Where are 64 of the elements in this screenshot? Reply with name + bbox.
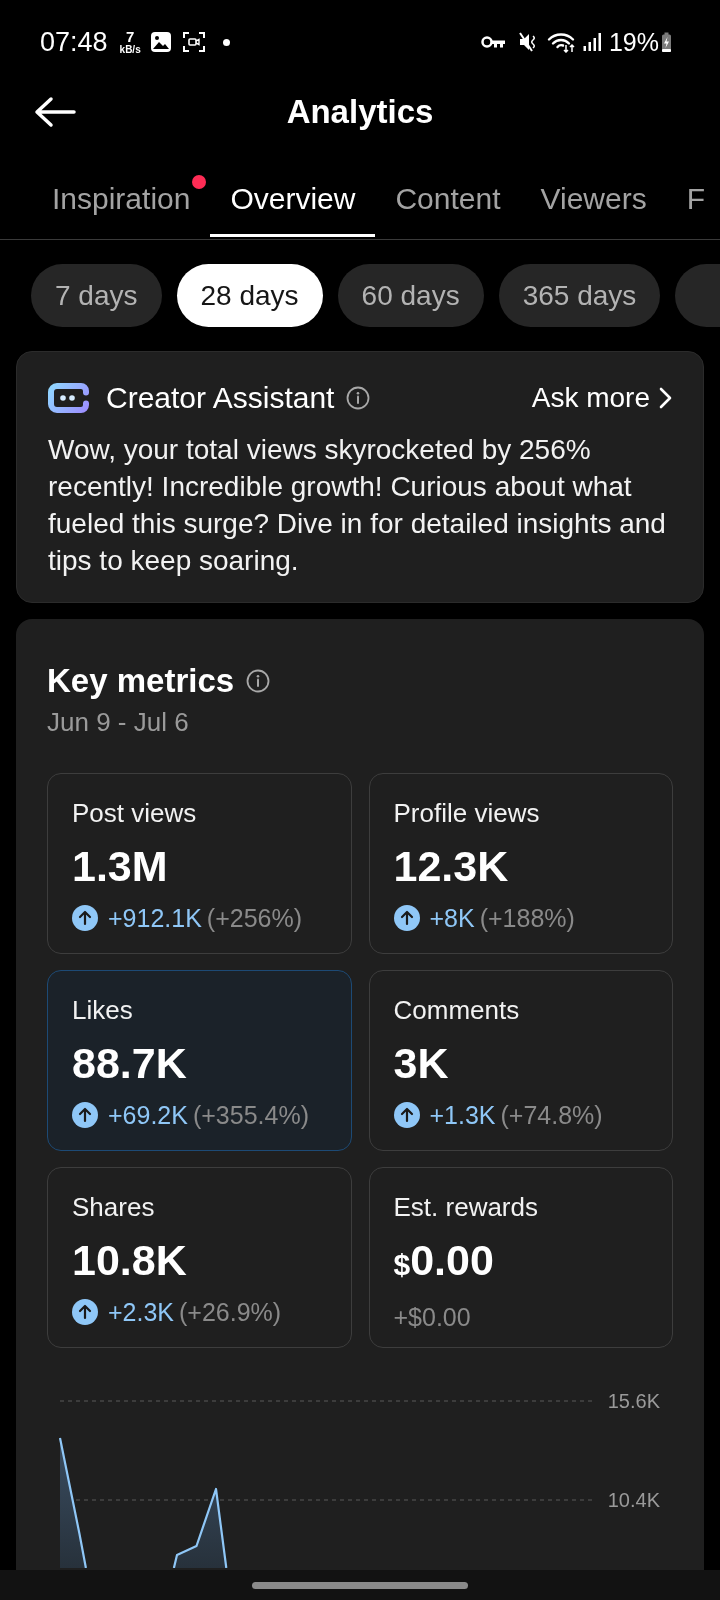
date-range-option[interactable]: 365 days xyxy=(498,264,661,327)
metric-change-percent: (+256%) xyxy=(206,903,303,933)
metric-tile[interactable]: Shares 10.8K +2.3K (+26.9%) xyxy=(47,1167,352,1348)
metric-change-percent: (+26.9%) xyxy=(179,1297,282,1327)
home-handle[interactable] xyxy=(252,1582,468,1589)
assistant-title: Creator Assistant xyxy=(106,380,335,416)
date-range-option[interactable]: 60 days xyxy=(337,264,484,327)
metric-label: Profile views xyxy=(393,798,540,828)
screen-record-icon xyxy=(182,32,205,52)
tab[interactable]: Viewers xyxy=(520,140,667,239)
metric-change: +1.3K xyxy=(429,1100,496,1130)
signal-icon xyxy=(582,33,601,51)
tab[interactable]: Overview xyxy=(210,140,376,239)
metric-change-percent: (+188%) xyxy=(479,903,575,933)
date-range-option[interactable]: 7 days xyxy=(31,264,162,327)
key-icon xyxy=(480,36,505,48)
battery-icon xyxy=(661,32,672,52)
metric-tile[interactable]: Est. rewards $0.00 +$0.00 xyxy=(368,1167,673,1348)
mute-icon xyxy=(518,32,537,52)
tab[interactable]: Content xyxy=(375,140,521,239)
metric-label: Likes xyxy=(72,995,133,1025)
status-time: 07:48 xyxy=(40,28,108,56)
metric-label: Comments xyxy=(393,995,520,1025)
metric-value: 3K xyxy=(393,1038,449,1088)
metric-change-percent: (+74.8%) xyxy=(500,1100,603,1130)
info-icon[interactable] xyxy=(346,386,371,410)
metric-label: Post views xyxy=(72,798,197,828)
back-arrow-icon[interactable] xyxy=(34,96,76,128)
metric-tile[interactable]: Profile views 12.3K +8K (+188%) xyxy=(368,773,673,954)
assistant-logo-icon xyxy=(48,383,90,413)
date-range-text: Jun 9 - Jul 6 xyxy=(47,707,189,737)
tab[interactable]: F xyxy=(666,140,720,239)
tab[interactable]: Inspiration xyxy=(32,140,211,239)
network-speed: 7 xyxy=(125,29,135,44)
page-title: Analytics xyxy=(286,92,434,132)
metric-change: +69.2K xyxy=(108,1100,188,1130)
metric-value: 10.8K xyxy=(72,1235,187,1285)
gallery-icon xyxy=(150,32,171,52)
metric-tile[interactable]: Comments 3K +1.3K (+74.8%) xyxy=(368,970,673,1151)
chevron-right-icon xyxy=(659,387,672,409)
metric-change: +8K xyxy=(429,903,475,933)
wifi-icon xyxy=(546,31,575,53)
metric-change-percent: (+355.4%) xyxy=(192,1100,309,1130)
metric-value: 1.3M xyxy=(72,841,168,891)
info-icon[interactable] xyxy=(246,669,271,693)
metric-value: 12.3K xyxy=(393,841,509,891)
metric-tile[interactable]: Post views 1.3M +912.1K (+256%) xyxy=(47,773,352,954)
metric-change: +$0.00 xyxy=(393,1302,471,1332)
metric-label: Shares xyxy=(72,1192,155,1222)
network-speed-unit: kB/s xyxy=(119,43,141,55)
metric-change: +2.3K xyxy=(108,1297,175,1327)
metric-change: +912.1K xyxy=(108,903,202,933)
date-range-option[interactable]: 28 days xyxy=(176,264,323,327)
metric-value: 88.7K xyxy=(72,1038,187,1088)
gridline-label: 10.4K xyxy=(607,1489,660,1511)
battery-percent: 19% xyxy=(608,29,659,55)
ask-more-link[interactable]: Ask more xyxy=(531,380,672,416)
notification-dot-icon xyxy=(222,38,230,46)
section-title: Key metrics xyxy=(47,661,235,701)
metric-value: $0.00 xyxy=(393,1235,494,1286)
gridline-label: 15.6K xyxy=(607,1390,660,1412)
assistant-message: Wow, your total views skyrocketed by 256% recently! Incredible growth! Curious about what fueled this surge? Dive in for detailed insights and tips to keep soaring. xyxy=(48,433,667,578)
metric-label: Est. rewards xyxy=(393,1192,538,1222)
metric-tile[interactable]: Likes 88.7K +69.2K (+355.4%) xyxy=(47,970,352,1151)
